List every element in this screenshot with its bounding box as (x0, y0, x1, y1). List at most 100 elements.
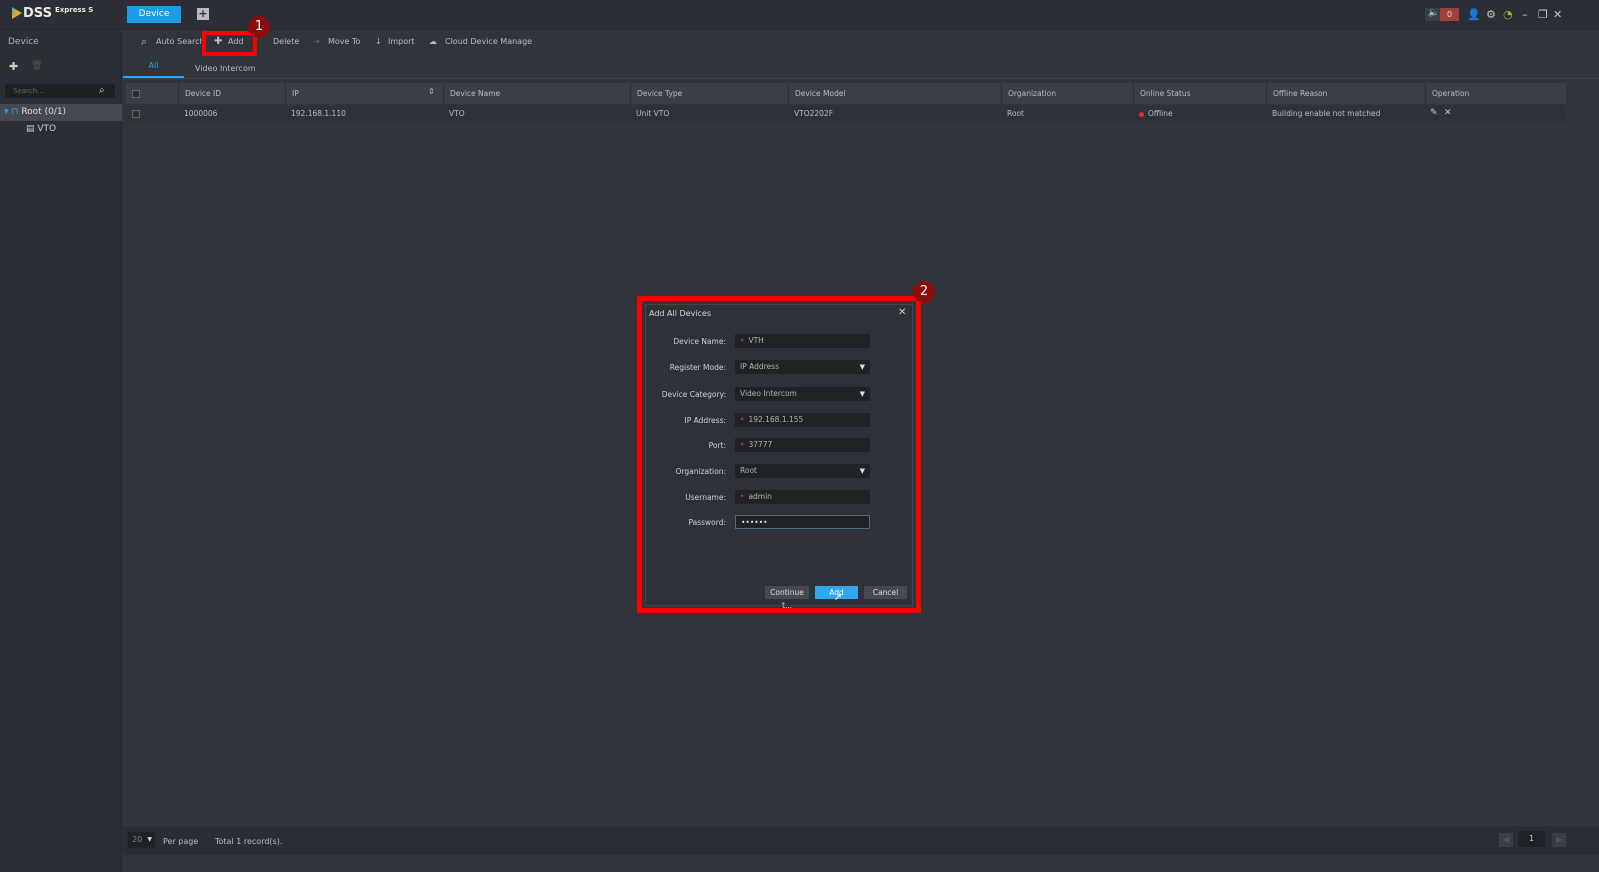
label-username: Username: (685, 493, 726, 502)
per-page-select[interactable]: 20 ▼ (128, 832, 155, 848)
tree-label: VTO (37, 124, 57, 134)
tab-divider (123, 78, 1599, 79)
move-to-button[interactable]: Move To (328, 37, 360, 46)
col-device-model[interactable]: Device Model (788, 83, 1001, 104)
chevron-down-icon: ▼ (859, 467, 865, 475)
sidebar (0, 31, 122, 872)
cell-ip: 192.168.1.110 (291, 109, 346, 118)
edit-icon[interactable]: ✎ (1430, 108, 1438, 118)
cell-device-model: VTO2202F (794, 109, 834, 118)
cell-offline-reason: Building enable not matched (1272, 109, 1381, 118)
chevron-down-icon: ▼ (859, 390, 865, 398)
label-password: Password: (688, 518, 726, 527)
password-input[interactable]: •••••• (735, 515, 870, 529)
col-ip[interactable]: IP (285, 83, 443, 104)
username-input[interactable]: • admin (735, 490, 870, 504)
close-icon[interactable]: ✕ (898, 307, 906, 318)
org-icon: ⊓ (11, 107, 19, 117)
expand-icon[interactable]: ▾ (4, 107, 9, 117)
register-mode-select[interactable]: IP Address ▼ (735, 360, 870, 374)
label-ip-address: IP Address: (684, 416, 726, 425)
prev-page-button[interactable]: ◀ (1499, 833, 1513, 847)
cell-device-type: Unit VTO (636, 109, 670, 118)
table-row[interactable]: 1000006 192.168.1.110 VTO Unit VTO VTO22… (126, 105, 1566, 123)
device-icon: ▤ (26, 124, 35, 134)
col-device-id[interactable]: Device ID (178, 83, 285, 104)
col-offline-reason[interactable]: Offline Reason (1266, 83, 1425, 104)
add-device-dialog (645, 304, 913, 606)
sort-icon[interactable]: ⇕ (428, 87, 435, 96)
page-input[interactable]: 1 (1518, 831, 1545, 847)
label-port: Port: (708, 441, 726, 450)
add-org-icon[interactable]: ✚ (9, 60, 18, 73)
continue-button[interactable]: Continue t... (765, 586, 809, 610)
table-header: Device ID IP ⇕ Device Name Device Type D… (126, 83, 1566, 104)
tree-item-root[interactable]: ▾ ⊓ Root (0/1) (0, 104, 122, 121)
label-register-mode: Register Mode: (669, 363, 726, 372)
import-icon: ↓ (375, 37, 382, 46)
mouse-cursor-icon: ➚ (834, 592, 843, 603)
auto-search-button[interactable]: Auto Search (156, 37, 205, 46)
chevron-down-icon: ▼ (147, 836, 152, 843)
step-badge-1: 1 (248, 16, 270, 38)
device-category-value: Video Intercom (740, 389, 797, 398)
col-organization[interactable]: Organization (1001, 83, 1133, 104)
step-badge-2: 2 (913, 281, 935, 303)
performance-icon[interactable]: ◔ (1503, 8, 1513, 21)
gear-icon[interactable]: ⚙ (1486, 8, 1496, 21)
cloud-device-manage-button[interactable]: Cloud Device Manage (445, 37, 532, 46)
tab-video-intercom[interactable]: Video Intercom (195, 64, 256, 73)
row-checkbox[interactable] (126, 105, 178, 123)
offline-dot-icon (1139, 112, 1144, 117)
restore-icon[interactable]: ❐ (1538, 8, 1548, 21)
cancel-button[interactable]: Cancel (864, 586, 907, 599)
app-logo: DSS Express S (12, 6, 93, 21)
delete-button[interactable]: Delete (273, 37, 299, 46)
tab-device[interactable]: Device (127, 6, 181, 23)
tab-all[interactable]: All (123, 61, 184, 78)
highlight-box-add (202, 31, 257, 56)
cloud-icon: ☁ (429, 37, 437, 46)
search-icon[interactable]: ⌕ (99, 85, 105, 96)
add-tab-icon[interactable]: + (197, 8, 209, 20)
col-online-status[interactable]: Online Status (1133, 83, 1266, 104)
next-page-button[interactable]: ▶ (1552, 833, 1566, 847)
col-device-type[interactable]: Device Type (630, 83, 788, 104)
trash-icon[interactable]: 🗑 (31, 61, 42, 71)
cell-device-name: VTO (449, 109, 465, 118)
ip-address-value: 192.168.1.155 (748, 415, 804, 424)
search-icon: ⌕ (141, 35, 148, 48)
sidebar-title: Device (8, 37, 39, 47)
logo-suffix: Express S (54, 6, 94, 14)
register-mode-value: IP Address (740, 362, 779, 371)
organization-value: Root (740, 466, 757, 475)
import-button[interactable]: Import (388, 37, 415, 46)
device-category-select[interactable]: Video Intercom ▼ (735, 387, 870, 401)
delete-icon[interactable]: ✕ (1444, 108, 1452, 118)
alarm-count[interactable]: 0 (1440, 8, 1459, 21)
per-page-label: Per page (163, 837, 199, 846)
logo-mark-icon (12, 7, 22, 19)
select-all-checkbox[interactable] (126, 83, 178, 104)
col-device-name[interactable]: Device Name (443, 83, 630, 104)
close-icon[interactable]: ✕ (1553, 8, 1562, 21)
ip-address-input[interactable]: • 192.168.1.155 (735, 413, 870, 427)
logo-text: DSS (23, 6, 52, 21)
chevron-down-icon: ▼ (859, 363, 865, 371)
pagination-bar (123, 826, 1599, 855)
minimize-icon[interactable]: – (1522, 8, 1528, 21)
total-records: Total 1 record(s). (215, 837, 283, 846)
device-name-input[interactable]: • VTH (735, 334, 870, 348)
cell-organization: Root (1007, 109, 1024, 118)
user-icon[interactable]: 👤 (1467, 8, 1481, 21)
top-bar (0, 0, 1599, 30)
cell-online-status: Offline (1148, 109, 1173, 118)
tree-item-vto[interactable]: ▤ VTO (26, 124, 56, 134)
port-input[interactable]: • 37777 (735, 438, 870, 452)
tree-label: Root (0/1) (21, 107, 67, 117)
cell-device-id: 1000006 (184, 109, 218, 118)
col-operation: Operation (1425, 83, 1566, 104)
organization-select[interactable]: Root ▼ (735, 464, 870, 478)
per-page-value: 20 (132, 835, 143, 844)
label-organization: Organization: (675, 467, 726, 476)
